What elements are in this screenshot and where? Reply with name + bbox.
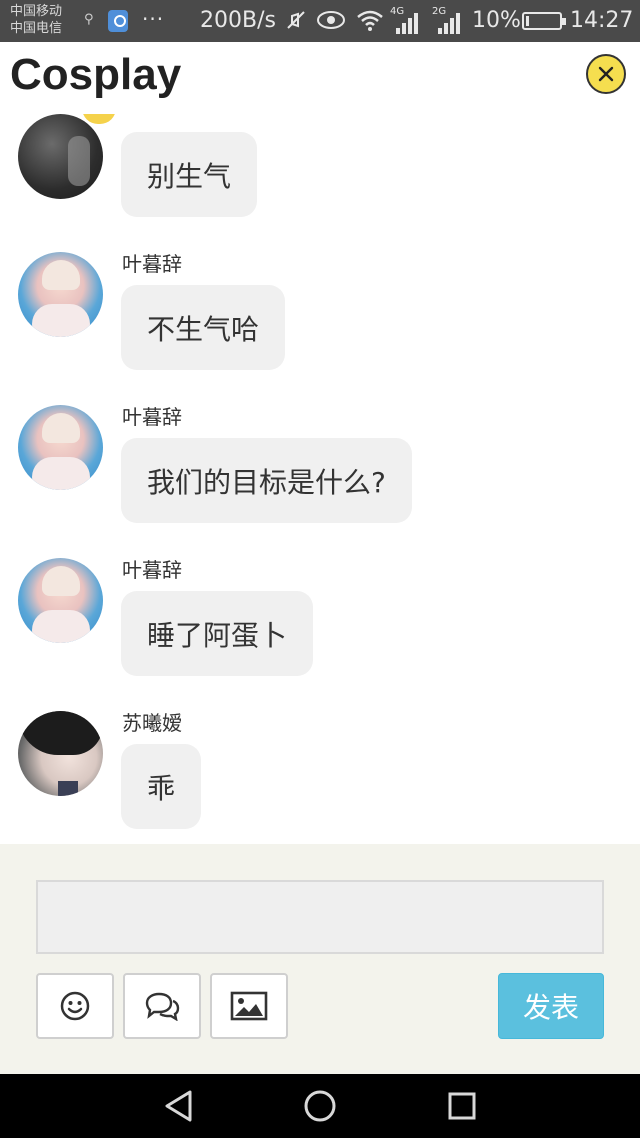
emoji-button[interactable] <box>36 973 114 1039</box>
battery-fill <box>526 16 529 26</box>
home-button[interactable] <box>302 1088 338 1124</box>
carrier-1: 中国移动 <box>10 4 63 19</box>
network-speed: 200B/s <box>200 8 276 33</box>
back-triangle-icon <box>165 1090 192 1122</box>
message-bubble: 不生气哈 <box>121 285 286 370</box>
avatar[interactable] <box>18 558 103 643</box>
eye-comfort-icon <box>316 8 346 38</box>
recents-square-icon <box>448 1092 476 1120</box>
speech-bubbles-icon <box>145 992 180 1021</box>
wifi-icon <box>356 8 384 38</box>
smiley-icon <box>60 991 90 1021</box>
composer: 发表 <box>0 844 640 1074</box>
message-bubble: 睡了阿蛋卜 <box>121 591 314 676</box>
message-sender: 苏曦嫒 <box>122 711 182 735</box>
battery-percent: 10% <box>472 8 521 33</box>
message-bubble: 我们的目标是什么? <box>121 438 412 523</box>
home-circle-icon <box>304 1090 336 1122</box>
battery-icon <box>522 12 566 30</box>
avatar[interactable] <box>18 114 103 199</box>
message-bubble: 别生气 <box>121 132 258 217</box>
more-notifications-icon: ··· <box>142 7 165 31</box>
usb-icon: ⚲ <box>84 12 94 27</box>
chat-list[interactable]: 别生气 叶暮辞 不生气哈 叶暮辞 我们的目标是什么? 叶暮辞 睡了阿蛋卜 苏曦嫒… <box>0 114 640 844</box>
avatar[interactable] <box>18 405 103 490</box>
recents-button[interactable] <box>444 1088 480 1124</box>
image-icon <box>230 991 268 1021</box>
mute-icon <box>284 8 308 38</box>
back-button[interactable] <box>160 1088 196 1124</box>
send-button[interactable]: 发表 <box>498 973 604 1039</box>
clock: 14:27 <box>570 8 634 33</box>
status-bar: 中国移动 中国电信 ⚲ ··· 200B/s 4G 2G 10% 14:27 <box>0 0 640 42</box>
system-nav-bar <box>0 1074 640 1138</box>
avatar[interactable] <box>18 252 103 337</box>
carrier-names: 中国移动 中国电信 <box>10 3 62 37</box>
message-bubble: 乖 <box>121 744 202 829</box>
page-title: Cosplay <box>10 50 182 99</box>
message-sender: 叶暮辞 <box>122 252 182 276</box>
close-icon <box>598 66 614 82</box>
header: Cosplay <box>0 42 640 114</box>
carrier-2: 中国电信 <box>10 21 63 36</box>
message-input[interactable] <box>36 880 604 954</box>
message-sender: 叶暮辞 <box>122 558 182 582</box>
avatar[interactable] <box>18 711 103 796</box>
close-button[interactable] <box>586 54 626 94</box>
chat-button[interactable] <box>123 973 201 1039</box>
message-sender: 叶暮辞 <box>122 405 182 429</box>
location-icon <box>108 10 128 32</box>
image-button[interactable] <box>210 973 288 1039</box>
